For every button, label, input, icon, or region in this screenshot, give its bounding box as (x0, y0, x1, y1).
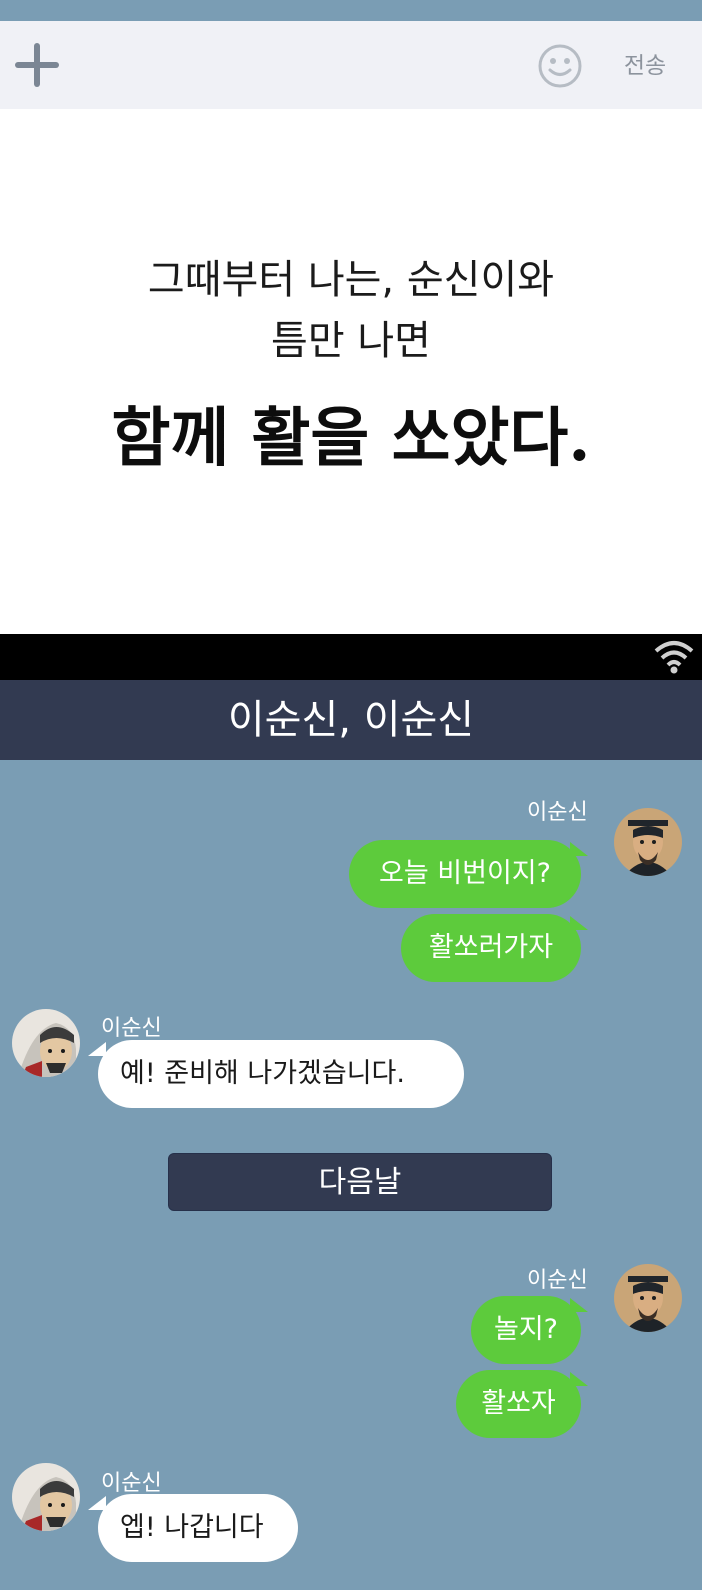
plus-icon[interactable] (13, 41, 61, 89)
bubble-tail (570, 1372, 588, 1386)
my-message-bubble: 오늘 비번이지? (349, 840, 581, 908)
sender-name: 이순신 (101, 1016, 162, 1041)
caption-line-3: 함께 활을 쏘았다. (111, 401, 591, 476)
avatar[interactable] (12, 1009, 80, 1077)
sender-name: 이순신 (101, 1471, 162, 1496)
smiley-icon[interactable] (537, 43, 583, 89)
avatar[interactable] (614, 1264, 682, 1332)
wifi-icon (654, 639, 694, 675)
bubble-tail (570, 1298, 588, 1312)
bubble-tail (570, 916, 588, 930)
chat-title: 이순신, 이순신 (0, 680, 702, 760)
message-input-bar: 전송 (0, 21, 702, 109)
avatar[interactable] (12, 1463, 80, 1531)
their-message-bubble: 예! 준비해 나가겠습니다. (98, 1040, 464, 1108)
caption-line-1: 그때부터 나는, 순신이와 (147, 257, 555, 303)
caption-panel: 그때부터 나는, 순신이와 틈만 나면 함께 활을 쏘았다. (0, 109, 702, 634)
avatar[interactable] (614, 808, 682, 876)
my-message-bubble: 놀지? (471, 1296, 581, 1364)
caption-line-2: 틈만 나면 (271, 318, 431, 364)
my-message-bubble: 활쏘러가자 (401, 914, 581, 982)
sender-name: 이순신 (527, 800, 588, 825)
sender-name: 이순신 (527, 1268, 588, 1293)
day-divider: 다음날 (168, 1153, 552, 1211)
status-bar (0, 634, 702, 680)
their-message-bubble: 엡! 나갑니다 (98, 1494, 298, 1562)
send-button[interactable]: 전송 (612, 49, 678, 83)
top-strip (0, 0, 702, 21)
bubble-tail (570, 842, 588, 856)
my-message-bubble: 활쏘자 (456, 1370, 581, 1438)
